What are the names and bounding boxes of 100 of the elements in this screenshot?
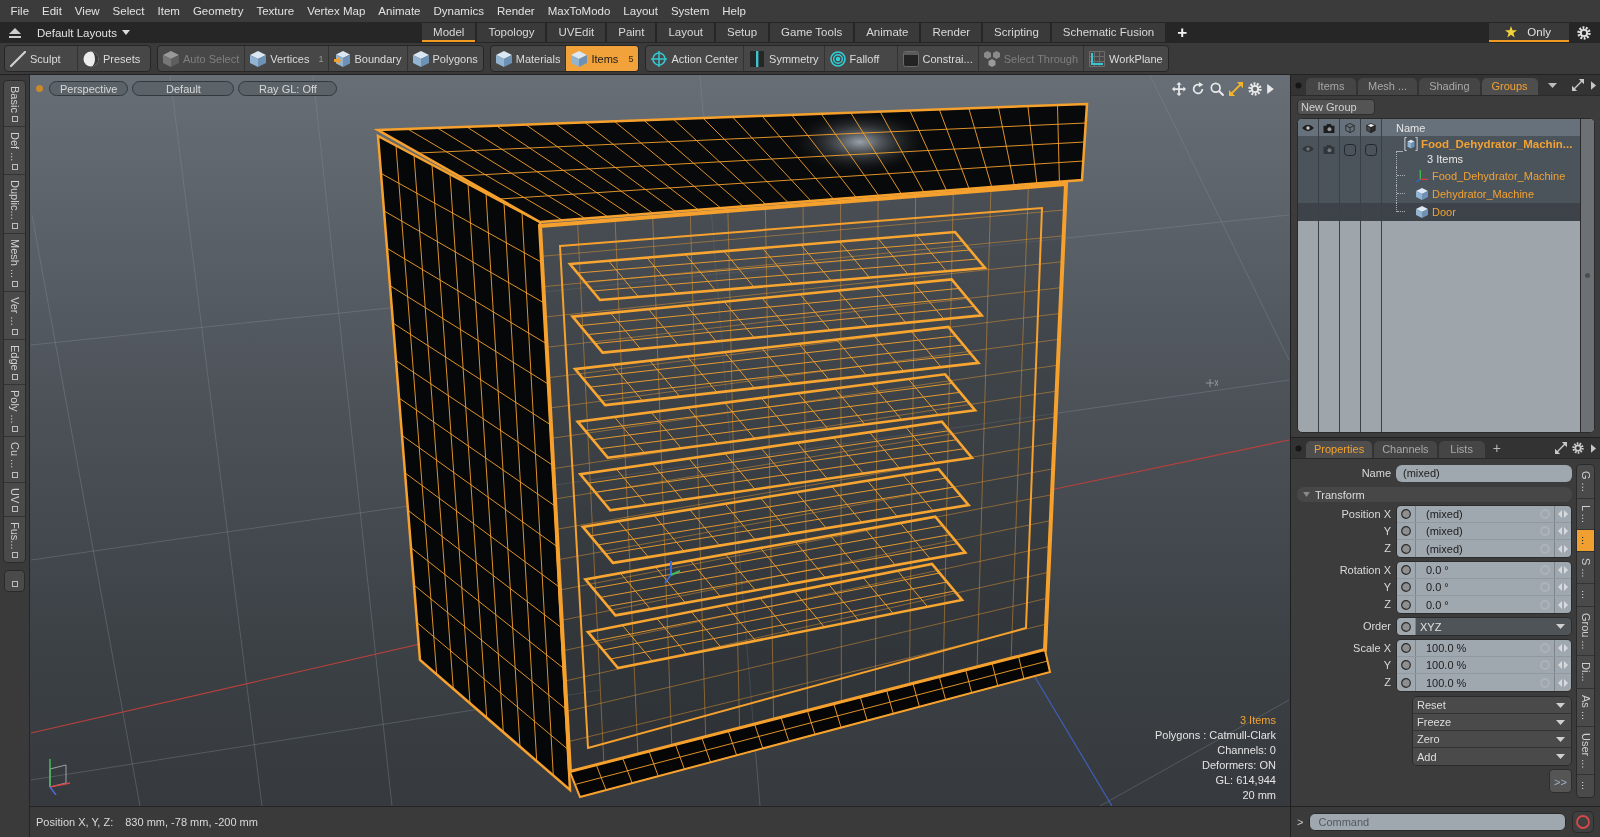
menu-item[interactable]: Render xyxy=(490,2,542,20)
layout-tab[interactable]: UVEdit xyxy=(547,23,606,42)
value-field[interactable]: XYZ xyxy=(1397,618,1571,635)
menu-item[interactable]: Item xyxy=(151,2,187,20)
tool-button[interactable]: Sculpt xyxy=(5,46,78,71)
small-tab-button[interactable] xyxy=(4,570,25,593)
tool-button[interactable]: Polygons xyxy=(407,46,483,71)
view-option-button[interactable]: Default xyxy=(132,81,235,96)
triangle-right-icon[interactable] xyxy=(1267,84,1274,94)
layout-tab[interactable]: Game Tools xyxy=(770,23,854,42)
record-button[interactable] xyxy=(1572,811,1594,833)
menu-item[interactable]: Layout xyxy=(616,2,665,20)
side-tab[interactable]: Di... xyxy=(1577,656,1594,689)
layout-tab[interactable]: Paint xyxy=(607,23,656,42)
tool-button[interactable]: Constrai... xyxy=(897,46,979,71)
tree-row[interactable]: Food_Dehydrator_Machin... 3 Items xyxy=(1298,136,1580,167)
dropdown-button[interactable]: Add xyxy=(1413,748,1571,765)
side-tab[interactable]: Fus... xyxy=(4,516,25,563)
value-field[interactable]: (mixed) xyxy=(1397,540,1571,557)
scrollbar[interactable] xyxy=(1580,119,1594,432)
menu-item[interactable]: Dynamics xyxy=(427,2,491,20)
side-tab[interactable]: As ... xyxy=(1577,688,1594,727)
layout-tab[interactable]: Setup xyxy=(716,23,769,42)
tool-button[interactable]: Symmetry xyxy=(744,46,825,71)
layout-tab[interactable]: Render xyxy=(921,23,982,42)
square-toggle[interactable] xyxy=(1365,144,1377,156)
value-field[interactable]: 0.0 ° xyxy=(1397,596,1571,613)
value-field[interactable]: 0.0 ° xyxy=(1397,579,1571,596)
name-field[interactable]: (mixed) xyxy=(1396,465,1572,482)
dot-icon[interactable] xyxy=(1295,444,1302,452)
side-tab[interactable]: Def ... xyxy=(4,126,25,176)
side-tab[interactable]: S ... xyxy=(1577,551,1594,585)
side-tab[interactable]: L ... xyxy=(1577,498,1594,530)
side-tab[interactable]: Duplic... xyxy=(4,175,25,234)
add-tab-button[interactable]: + xyxy=(1492,440,1501,456)
value-field[interactable]: (mixed) xyxy=(1397,506,1571,523)
viewport[interactable]: Perspective Default Ray GL: Off 3 Items Polygons : Catmull-Clark Channels: 0 Deformers: ON GL: 614,944 20 mm xyxy=(30,75,1290,806)
triangle-right-icon[interactable] xyxy=(1591,443,1596,453)
cube-outline-icon[interactable] xyxy=(1344,122,1356,133)
cube-icon[interactable] xyxy=(1365,122,1377,133)
side-tab[interactable]: G ... xyxy=(1577,465,1594,499)
menu-item[interactable]: MaxToModo xyxy=(541,2,617,20)
expand-icon[interactable] xyxy=(1555,442,1567,454)
panel-tab[interactable]: Items xyxy=(1306,78,1356,95)
status-dot-icon[interactable] xyxy=(36,85,43,92)
tool-button[interactable]: WorkPlane xyxy=(1084,46,1168,71)
layout-dropdown[interactable]: Default Layouts xyxy=(37,26,130,39)
circle-toggle[interactable] xyxy=(1401,543,1411,554)
dropdown-button[interactable]: Reset xyxy=(1413,697,1571,714)
tree-row[interactable]: Door xyxy=(1298,203,1580,221)
menu-item[interactable]: Select xyxy=(106,2,152,20)
value-field[interactable]: (mixed) xyxy=(1397,523,1571,540)
tree-row[interactable]: Food_Dehydrator_Machine xyxy=(1298,167,1580,185)
circle-toggle[interactable] xyxy=(1401,621,1411,632)
view-option-button[interactable]: Ray GL: Off xyxy=(238,81,338,96)
tool-button[interactable]: Boundary xyxy=(329,46,408,71)
value-field[interactable]: 100.0 % xyxy=(1397,640,1571,657)
panel-tab[interactable]: Channels xyxy=(1374,441,1437,458)
caret-icon[interactable] xyxy=(1547,82,1557,88)
side-tab[interactable]: User ... xyxy=(1577,726,1594,776)
layout-tab[interactable]: Model xyxy=(422,23,476,42)
side-tab[interactable]: ... xyxy=(1577,584,1594,607)
menu-item[interactable]: View xyxy=(68,2,107,20)
diagonal-arrows-icon[interactable] xyxy=(1229,82,1243,96)
layout-tab[interactable]: Animate xyxy=(855,23,920,42)
tool-button[interactable]: Falloff xyxy=(824,46,898,71)
layout-tab[interactable]: Scripting xyxy=(983,23,1050,42)
side-tab[interactable]: Ver ... xyxy=(4,292,25,340)
menu-item[interactable]: Vertex Map xyxy=(300,2,372,20)
section-header[interactable]: Transform xyxy=(1297,487,1572,502)
command-field[interactable]: Command xyxy=(1309,813,1566,831)
eye-icon[interactable] xyxy=(1302,122,1314,133)
side-tab[interactable]: Cu ... xyxy=(4,437,25,483)
side-tab[interactable]: Basic xyxy=(4,81,25,127)
tool-button[interactable]: Materials xyxy=(490,46,567,71)
dehydrator-wireframe-drawing[interactable] xyxy=(373,102,1089,799)
side-tab[interactable]: Edge xyxy=(4,339,25,385)
settings-icon[interactable] xyxy=(1577,25,1591,40)
panel-tab[interactable]: Lists xyxy=(1438,441,1485,458)
up-arrow-icon[interactable] xyxy=(9,27,21,38)
layout-tab[interactable]: Schematic Fusion xyxy=(1051,23,1166,42)
menu-item[interactable]: Edit xyxy=(35,2,69,20)
menu-item[interactable]: System xyxy=(664,2,716,20)
value-field[interactable]: 100.0 % xyxy=(1397,674,1571,691)
value-field[interactable]: 0.0 ° xyxy=(1397,562,1571,579)
view-option-button[interactable]: Perspective xyxy=(49,81,129,96)
square-toggle[interactable] xyxy=(1344,144,1356,156)
triangle-right-icon[interactable] xyxy=(1591,80,1596,90)
layout-tab[interactable]: Topology xyxy=(477,23,546,42)
menu-item[interactable]: Texture xyxy=(249,2,301,20)
rotate-icon[interactable] xyxy=(1191,82,1205,96)
dropdown-button[interactable]: Freeze xyxy=(1413,714,1571,731)
new-group-button[interactable]: New Group xyxy=(1297,99,1375,115)
expand-icon[interactable] xyxy=(1572,79,1584,91)
column-header[interactable]: Name xyxy=(1396,121,1426,134)
tool-button[interactable]: Presets xyxy=(78,46,150,71)
settings-icon[interactable] xyxy=(1572,442,1584,454)
tool-button[interactable]: Items 5 xyxy=(566,46,639,71)
panel-tab[interactable]: Shading xyxy=(1419,78,1480,95)
dropdown-button[interactable]: Zero xyxy=(1413,731,1571,748)
